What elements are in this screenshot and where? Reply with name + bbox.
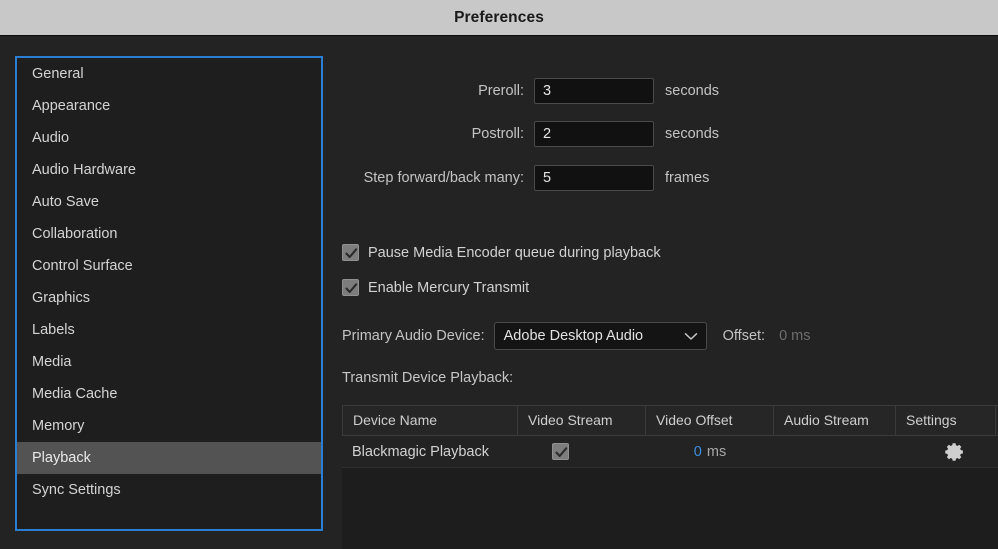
- primary-audio-device-label: Primary Audio Device:: [342, 328, 485, 344]
- sidebar-item-label: Auto Save: [32, 194, 99, 210]
- sidebar-item-memory[interactable]: Memory: [17, 410, 321, 442]
- column-header-device-name[interactable]: Device Name: [342, 406, 518, 435]
- chevron-down-icon: [684, 332, 697, 340]
- dialog-body: General Appearance Audio Audio Hardware …: [0, 36, 998, 549]
- postroll-unit-label: seconds: [665, 126, 720, 142]
- sidebar-item-control-surface[interactable]: Control Surface: [17, 250, 321, 282]
- cell-settings[interactable]: [896, 436, 996, 467]
- step-frames-label: Step forward/back many:: [363, 170, 524, 186]
- primary-audio-device-row: Primary Audio Device: Adobe Desktop Audi…: [342, 322, 811, 350]
- sidebar-item-label: Control Surface: [32, 258, 133, 274]
- sidebar-item-labels[interactable]: Labels: [17, 314, 321, 346]
- column-header-video-stream[interactable]: Video Stream: [518, 406, 646, 435]
- sidebar-item-label: Media: [32, 354, 72, 370]
- sidebar-item-graphics[interactable]: Graphics: [17, 282, 321, 314]
- enable-mercury-transmit-checkbox[interactable]: [342, 279, 359, 296]
- sidebar-item-label: Audio Hardware: [32, 162, 136, 178]
- cell-video-stream[interactable]: [518, 436, 646, 467]
- pause-media-encoder-row[interactable]: Pause Media Encoder queue during playbac…: [342, 244, 661, 261]
- primary-audio-offset-value: 0 ms: [779, 328, 811, 344]
- primary-audio-device-select[interactable]: Adobe Desktop Audio: [493, 322, 707, 350]
- playback-settings-panel: Preroll: seconds Postroll: seconds Step …: [340, 36, 998, 549]
- sidebar-item-audio[interactable]: Audio: [17, 122, 321, 154]
- sidebar-item-collaboration[interactable]: Collaboration: [17, 218, 321, 250]
- video-offset-unit: ms: [706, 443, 727, 460]
- checkmark-icon: [555, 447, 568, 458]
- sidebar-item-appearance[interactable]: Appearance: [17, 90, 321, 122]
- dialog-title: Preferences: [454, 8, 544, 26]
- sidebar-item-label: Labels: [32, 322, 75, 338]
- cell-audio-stream[interactable]: [774, 436, 896, 467]
- step-frames-unit-label: frames: [665, 170, 710, 186]
- sidebar-item-label: Graphics: [32, 290, 91, 306]
- sidebar-item-label: Media Cache: [32, 386, 118, 402]
- sidebar-item-sync-settings[interactable]: Sync Settings: [17, 474, 321, 506]
- preferences-category-list[interactable]: General Appearance Audio Audio Hardware …: [15, 56, 323, 531]
- gear-icon[interactable]: [944, 441, 966, 463]
- sidebar-item-label: Memory: [32, 418, 85, 434]
- transmit-device-table: Device Name Video Stream Video Offset Au…: [342, 405, 998, 549]
- sidebar-item-label: Playback: [32, 450, 91, 466]
- postroll-label: Postroll:: [471, 126, 524, 142]
- sidebar-item-media[interactable]: Media: [17, 346, 321, 378]
- sidebar-item-label: Sync Settings: [32, 482, 121, 498]
- table-header-row: Device Name Video Stream Video Offset Au…: [342, 406, 998, 436]
- table-row[interactable]: Blackmagic Playback 0 ms: [342, 436, 998, 468]
- sidebar-item-auto-save[interactable]: Auto Save: [17, 186, 321, 218]
- dialog-titlebar: Preferences: [0, 0, 998, 36]
- video-offset-value[interactable]: 0: [694, 444, 702, 460]
- primary-audio-device-value: Adobe Desktop Audio: [503, 328, 644, 344]
- sidebar-item-label: Appearance: [32, 98, 111, 114]
- column-header-settings[interactable]: Settings: [896, 406, 996, 435]
- cell-video-offset[interactable]: 0 ms: [646, 436, 774, 467]
- step-frames-row: Step forward/back many: frames: [340, 165, 709, 191]
- pause-media-encoder-label: Pause Media Encoder queue during playbac…: [368, 244, 661, 261]
- cell-device-name: Blackmagic Playback: [352, 443, 489, 460]
- preroll-input[interactable]: [534, 78, 654, 104]
- postroll-input[interactable]: [534, 121, 654, 147]
- sidebar-item-label: General: [32, 66, 84, 82]
- transmit-device-playback-label: Transmit Device Playback:: [342, 370, 514, 386]
- pause-media-encoder-checkbox[interactable]: [342, 244, 359, 261]
- primary-audio-offset-label: Offset:: [722, 328, 766, 344]
- sidebar-item-audio-hardware[interactable]: Audio Hardware: [17, 154, 321, 186]
- video-stream-checkbox[interactable]: [552, 443, 569, 460]
- preroll-row: Preroll: seconds: [340, 78, 719, 104]
- postroll-row: Postroll: seconds: [340, 121, 719, 147]
- sidebar-item-playback[interactable]: Playback: [17, 442, 321, 474]
- sidebar-item-label: Audio: [32, 130, 70, 146]
- checkmark-icon: [345, 283, 358, 294]
- sidebar-item-media-cache[interactable]: Media Cache: [17, 378, 321, 410]
- column-header-video-offset[interactable]: Video Offset: [646, 406, 774, 435]
- enable-mercury-transmit-row[interactable]: Enable Mercury Transmit: [342, 279, 529, 296]
- column-header-audio-stream[interactable]: Audio Stream: [774, 406, 896, 435]
- sidebar-item-label: Collaboration: [32, 226, 118, 242]
- sidebar-item-general[interactable]: General: [17, 58, 321, 90]
- enable-mercury-transmit-label: Enable Mercury Transmit: [368, 279, 530, 296]
- preroll-label: Preroll:: [478, 83, 524, 99]
- step-frames-input[interactable]: [534, 165, 654, 191]
- preroll-unit-label: seconds: [665, 83, 720, 99]
- checkmark-icon: [345, 248, 358, 259]
